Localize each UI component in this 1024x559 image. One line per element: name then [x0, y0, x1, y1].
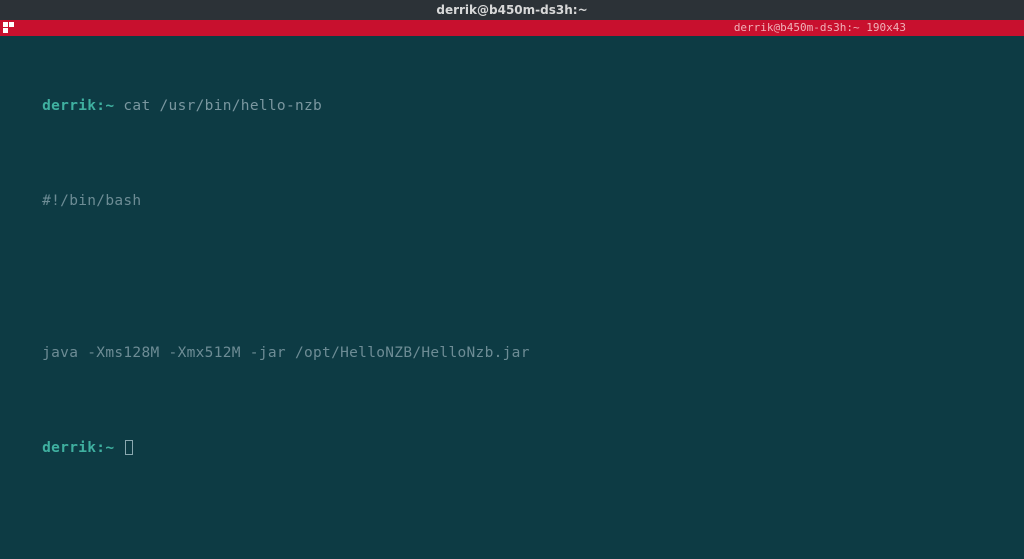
shell-prompt: derrik:~ [42, 98, 123, 114]
window-title: derrik@b450m-ds3h:~ [436, 3, 587, 17]
cursor [125, 440, 133, 455]
output-line: #!/bin/bash [42, 193, 141, 209]
command-text: cat /usr/bin/hello-nzb [123, 98, 322, 114]
tmux-statusbar: derrik@b450m-ds3h:~ 190x43 [0, 20, 1024, 36]
window-titlebar[interactable]: derrik@b450m-ds3h:~ [0, 0, 1024, 20]
pane-layout-icon [3, 22, 15, 34]
terminal-area[interactable]: derrik:~ cat /usr/bin/hello-nzb #!/bin/b… [0, 36, 1024, 500]
blank-line [6, 268, 1018, 287]
shell-prompt: derrik:~ [42, 440, 123, 456]
output-line: java -Xms128M -Xmx512M -jar /opt/HelloNZ… [42, 345, 530, 361]
tmux-session-info: derrik@b450m-ds3h:~ 190x43 [734, 20, 906, 36]
